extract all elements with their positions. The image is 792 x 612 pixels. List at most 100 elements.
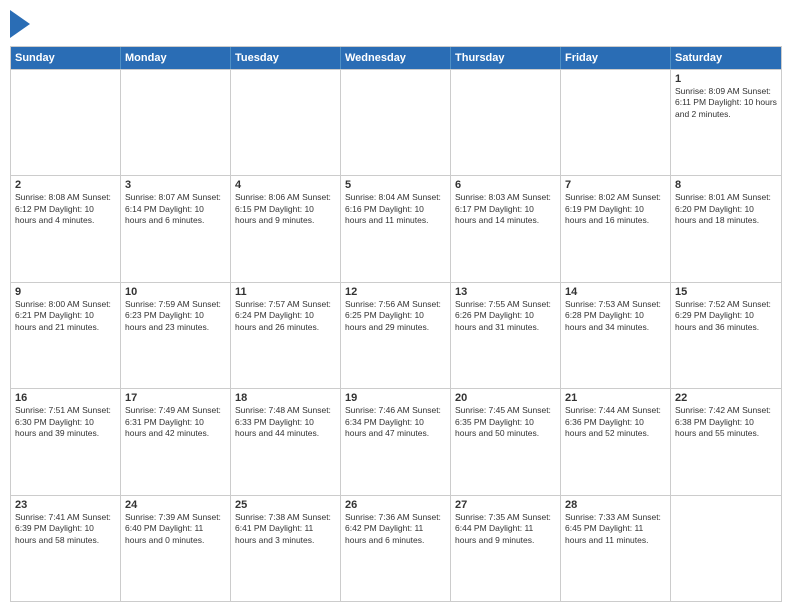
cell-info-text: Sunrise: 7:57 AM Sunset: 6:24 PM Dayligh… [235,299,336,333]
cell-info-text: Sunrise: 7:52 AM Sunset: 6:29 PM Dayligh… [675,299,777,333]
calendar-cell-7: 7Sunrise: 8:02 AM Sunset: 6:19 PM Daylig… [561,176,671,281]
day-number: 14 [565,286,666,298]
cell-info-text: Sunrise: 7:48 AM Sunset: 6:33 PM Dayligh… [235,405,336,439]
day-number: 28 [565,499,666,511]
calendar-cell-20: 20Sunrise: 7:45 AM Sunset: 6:35 PM Dayli… [451,389,561,494]
day-number: 17 [125,392,226,404]
cell-info-text: Sunrise: 7:36 AM Sunset: 6:42 PM Dayligh… [345,512,446,546]
day-number: 20 [455,392,556,404]
calendar-cell-empty-0-2 [231,70,341,175]
cell-info-text: Sunrise: 7:41 AM Sunset: 6:39 PM Dayligh… [15,512,116,546]
calendar-cell-17: 17Sunrise: 7:49 AM Sunset: 6:31 PM Dayli… [121,389,231,494]
cell-info-text: Sunrise: 7:44 AM Sunset: 6:36 PM Dayligh… [565,405,666,439]
day-number: 18 [235,392,336,404]
cell-info-text: Sunrise: 7:35 AM Sunset: 6:44 PM Dayligh… [455,512,556,546]
calendar-cell-25: 25Sunrise: 7:38 AM Sunset: 6:41 PM Dayli… [231,496,341,601]
day-number: 6 [455,179,556,191]
cell-info-text: Sunrise: 8:06 AM Sunset: 6:15 PM Dayligh… [235,192,336,226]
calendar-cell-11: 11Sunrise: 7:57 AM Sunset: 6:24 PM Dayli… [231,283,341,388]
day-number: 8 [675,179,777,191]
cell-info-text: Sunrise: 7:49 AM Sunset: 6:31 PM Dayligh… [125,405,226,439]
day-number: 11 [235,286,336,298]
day-number: 12 [345,286,446,298]
calendar-cell-empty-4-6 [671,496,781,601]
header-day-friday: Friday [561,47,671,69]
calendar-cell-9: 9Sunrise: 8:00 AM Sunset: 6:21 PM Daylig… [11,283,121,388]
cell-info-text: Sunrise: 7:38 AM Sunset: 6:41 PM Dayligh… [235,512,336,546]
day-number: 1 [675,73,777,85]
day-number: 27 [455,499,556,511]
calendar-cell-28: 28Sunrise: 7:33 AM Sunset: 6:45 PM Dayli… [561,496,671,601]
calendar-cell-19: 19Sunrise: 7:46 AM Sunset: 6:34 PM Dayli… [341,389,451,494]
cell-info-text: Sunrise: 7:42 AM Sunset: 6:38 PM Dayligh… [675,405,777,439]
header-day-monday: Monday [121,47,231,69]
logo-icon [10,10,30,38]
calendar-cell-18: 18Sunrise: 7:48 AM Sunset: 6:33 PM Dayli… [231,389,341,494]
cell-info-text: Sunrise: 7:45 AM Sunset: 6:35 PM Dayligh… [455,405,556,439]
header-day-thursday: Thursday [451,47,561,69]
logo [10,10,36,38]
cell-info-text: Sunrise: 7:59 AM Sunset: 6:23 PM Dayligh… [125,299,226,333]
calendar-body: 1Sunrise: 8:09 AM Sunset: 6:11 PM Daylig… [11,69,781,601]
cell-info-text: Sunrise: 8:08 AM Sunset: 6:12 PM Dayligh… [15,192,116,226]
day-number: 19 [345,392,446,404]
day-number: 13 [455,286,556,298]
calendar-cell-4: 4Sunrise: 8:06 AM Sunset: 6:15 PM Daylig… [231,176,341,281]
calendar-cell-3: 3Sunrise: 8:07 AM Sunset: 6:14 PM Daylig… [121,176,231,281]
calendar-cell-15: 15Sunrise: 7:52 AM Sunset: 6:29 PM Dayli… [671,283,781,388]
calendar-cell-23: 23Sunrise: 7:41 AM Sunset: 6:39 PM Dayli… [11,496,121,601]
cell-info-text: Sunrise: 7:33 AM Sunset: 6:45 PM Dayligh… [565,512,666,546]
header-day-tuesday: Tuesday [231,47,341,69]
page: SundayMondayTuesdayWednesdayThursdayFrid… [0,0,792,612]
calendar-cell-21: 21Sunrise: 7:44 AM Sunset: 6:36 PM Dayli… [561,389,671,494]
calendar-cell-13: 13Sunrise: 7:55 AM Sunset: 6:26 PM Dayli… [451,283,561,388]
calendar-cell-empty-0-1 [121,70,231,175]
calendar-header: SundayMondayTuesdayWednesdayThursdayFrid… [11,47,781,69]
calendar-row-5: 23Sunrise: 7:41 AM Sunset: 6:39 PM Dayli… [11,495,781,601]
calendar-cell-22: 22Sunrise: 7:42 AM Sunset: 6:38 PM Dayli… [671,389,781,494]
calendar-cell-10: 10Sunrise: 7:59 AM Sunset: 6:23 PM Dayli… [121,283,231,388]
cell-info-text: Sunrise: 7:39 AM Sunset: 6:40 PM Dayligh… [125,512,226,546]
calendar-cell-1: 1Sunrise: 8:09 AM Sunset: 6:11 PM Daylig… [671,70,781,175]
day-number: 2 [15,179,116,191]
calendar-cell-empty-0-4 [451,70,561,175]
cell-info-text: Sunrise: 8:03 AM Sunset: 6:17 PM Dayligh… [455,192,556,226]
calendar-cell-24: 24Sunrise: 7:39 AM Sunset: 6:40 PM Dayli… [121,496,231,601]
cell-info-text: Sunrise: 7:56 AM Sunset: 6:25 PM Dayligh… [345,299,446,333]
cell-info-text: Sunrise: 8:04 AM Sunset: 6:16 PM Dayligh… [345,192,446,226]
header-day-wednesday: Wednesday [341,47,451,69]
day-number: 4 [235,179,336,191]
calendar-cell-6: 6Sunrise: 8:03 AM Sunset: 6:17 PM Daylig… [451,176,561,281]
header-day-sunday: Sunday [11,47,121,69]
calendar-cell-8: 8Sunrise: 8:01 AM Sunset: 6:20 PM Daylig… [671,176,781,281]
calendar-row-3: 9Sunrise: 8:00 AM Sunset: 6:21 PM Daylig… [11,282,781,388]
header [10,10,782,38]
day-number: 10 [125,286,226,298]
header-day-saturday: Saturday [671,47,781,69]
day-number: 23 [15,499,116,511]
cell-info-text: Sunrise: 8:09 AM Sunset: 6:11 PM Dayligh… [675,86,777,120]
calendar-row-2: 2Sunrise: 8:08 AM Sunset: 6:12 PM Daylig… [11,175,781,281]
day-number: 21 [565,392,666,404]
day-number: 26 [345,499,446,511]
cell-info-text: Sunrise: 8:07 AM Sunset: 6:14 PM Dayligh… [125,192,226,226]
calendar-cell-2: 2Sunrise: 8:08 AM Sunset: 6:12 PM Daylig… [11,176,121,281]
calendar-cell-empty-0-3 [341,70,451,175]
cell-info-text: Sunrise: 7:53 AM Sunset: 6:28 PM Dayligh… [565,299,666,333]
day-number: 5 [345,179,446,191]
calendar: SundayMondayTuesdayWednesdayThursdayFrid… [10,46,782,602]
cell-info-text: Sunrise: 7:51 AM Sunset: 6:30 PM Dayligh… [15,405,116,439]
day-number: 15 [675,286,777,298]
day-number: 7 [565,179,666,191]
calendar-cell-empty-0-0 [11,70,121,175]
calendar-row-1: 1Sunrise: 8:09 AM Sunset: 6:11 PM Daylig… [11,69,781,175]
cell-info-text: Sunrise: 8:01 AM Sunset: 6:20 PM Dayligh… [675,192,777,226]
calendar-cell-14: 14Sunrise: 7:53 AM Sunset: 6:28 PM Dayli… [561,283,671,388]
day-number: 24 [125,499,226,511]
cell-info-text: Sunrise: 7:46 AM Sunset: 6:34 PM Dayligh… [345,405,446,439]
day-number: 3 [125,179,226,191]
day-number: 22 [675,392,777,404]
calendar-cell-27: 27Sunrise: 7:35 AM Sunset: 6:44 PM Dayli… [451,496,561,601]
cell-info-text: Sunrise: 8:02 AM Sunset: 6:19 PM Dayligh… [565,192,666,226]
day-number: 25 [235,499,336,511]
